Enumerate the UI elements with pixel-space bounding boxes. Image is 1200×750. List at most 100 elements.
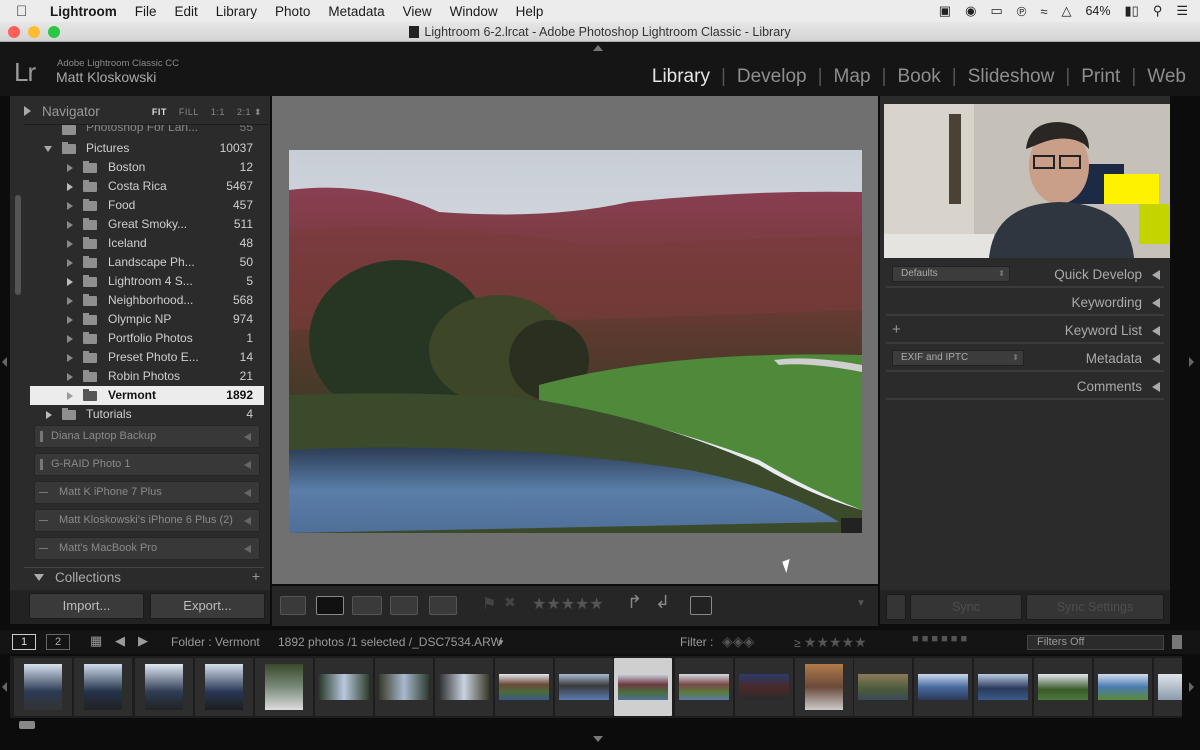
filmstrip-thumbnail[interactable] — [1154, 658, 1182, 716]
add-keyword-button[interactable]: + — [892, 321, 901, 338]
flag-filter-icon[interactable]: ◈◈◈ — [722, 633, 754, 650]
filmstrip-thumbnail[interactable] — [1094, 658, 1152, 716]
navigator-header[interactable]: Navigator FIT FILL 1:1 2:1 ⬍ — [24, 98, 268, 125]
quick-develop-header[interactable]: Defaults Quick Develop — [886, 262, 1164, 288]
expand-icon[interactable] — [46, 411, 52, 419]
expand-icon[interactable] — [67, 221, 73, 229]
bluetooth-icon[interactable]: ℗ — [1017, 4, 1027, 19]
folder-row[interactable]: Photoshop For Lan... 55 — [20, 125, 264, 135]
filmstrip-thumbnail[interactable] — [495, 658, 553, 716]
zoom-1-1[interactable]: 1:1 — [211, 107, 225, 117]
folder-row-olympic[interactable]: Olympic NP 974 — [20, 310, 264, 329]
selection-info[interactable]: 1892 photos /1 selected /_DSC7534.ARW — [278, 635, 502, 649]
expand-icon[interactable] — [1152, 270, 1160, 280]
top-panel-toggle[interactable] — [593, 45, 603, 51]
comments-header[interactable]: Comments — [886, 374, 1164, 400]
expand-icon[interactable] — [67, 259, 73, 267]
expand-icon[interactable] — [67, 316, 73, 324]
filmstrip-thumbnail[interactable] — [435, 658, 493, 716]
crop-overlay-icon[interactable] — [690, 596, 712, 615]
volume-g-raid[interactable]: G-RAID Photo 1 — [34, 453, 260, 476]
module-library[interactable]: Library — [652, 66, 710, 88]
module-book[interactable]: Book — [897, 66, 940, 88]
search-icon[interactable]: ⚲ — [1153, 3, 1163, 19]
folder-row-portfolio[interactable]: Portfolio Photos 1 — [20, 329, 264, 348]
folder-row-pictures[interactable]: Pictures 10037 — [20, 139, 264, 158]
filmstrip-thumbnail[interactable] — [1034, 658, 1092, 716]
toolbar-menu-icon[interactable]: ▼ — [856, 598, 866, 609]
volume-iphone-7[interactable]: Matt K iPhone 7 Plus — [34, 481, 260, 504]
menu-metadata[interactable]: Metadata — [328, 4, 384, 19]
folder-row-great-smoky[interactable]: Great Smoky... 511 — [20, 215, 264, 234]
filmstrip-thumbnail[interactable] — [795, 658, 853, 716]
left-panel-toggle[interactable] — [2, 357, 7, 367]
filmstrip-thumbnail[interactable] — [675, 658, 733, 716]
module-web[interactable]: Web — [1147, 66, 1186, 88]
forward-arrow-icon[interactable]: ▶ — [138, 633, 148, 649]
rotate-right-icon[interactable]: ↲ — [655, 592, 670, 613]
rating-filter[interactable]: ≥ ★★★★★ — [794, 634, 867, 651]
volume-macbook-pro[interactable]: Matt's MacBook Pro — [34, 537, 260, 560]
filmstrip-thumbnail[interactable] — [555, 658, 613, 716]
screen-record-icon[interactable]: ▣ — [939, 3, 951, 19]
right-panel-toggle[interactable] — [1189, 357, 1194, 367]
grid-icon[interactable]: ▦ — [90, 633, 102, 649]
collections-header[interactable]: Collections + — [24, 567, 264, 587]
people-view-icon[interactable] — [429, 596, 457, 615]
source-label[interactable]: Folder : Vermont — [171, 635, 260, 649]
back-arrow-icon[interactable]: ◀ — [115, 633, 125, 649]
menu-app[interactable]: Lightroom — [50, 4, 117, 19]
expand-icon[interactable] — [67, 354, 73, 362]
folder-row-preset[interactable]: Preset Photo E... 14 — [20, 348, 264, 367]
folder-row-neighborhood[interactable]: Neighborhood... 568 — [20, 291, 264, 310]
close-window-button[interactable] — [8, 26, 20, 38]
filmstrip-thumbnail-selected[interactable] — [614, 658, 672, 716]
creative-cloud-icon[interactable]: ◉ — [965, 3, 976, 19]
expand-icon[interactable] — [1152, 326, 1160, 336]
folder-row-robin[interactable]: Robin Photos 21 — [20, 367, 264, 386]
filmstrip-thumbnail[interactable] — [315, 658, 373, 716]
grid-view-icon[interactable] — [280, 596, 306, 615]
main-window-button[interactable]: 1 — [12, 634, 36, 650]
metadata-preset-select[interactable]: EXIF and IPTC — [892, 350, 1024, 366]
filmstrip-thumbnail[interactable] — [854, 658, 912, 716]
volume-iphone-6[interactable]: Matt Kloskowski's iPhone 6 Plus (2) — [34, 509, 260, 532]
menu-view[interactable]: View — [403, 4, 432, 19]
apple-icon[interactable]:  — [16, 3, 38, 20]
collapse-icon[interactable] — [244, 517, 251, 525]
sync-settings-button[interactable]: Sync Settings — [1026, 594, 1164, 620]
collapse-icon[interactable] — [44, 146, 52, 152]
filmstrip-thumbnail[interactable] — [914, 658, 972, 716]
info-dropdown-icon[interactable]: ▼ — [497, 638, 505, 647]
filmstrip-thumbnail[interactable] — [135, 658, 193, 716]
filter-presets-select[interactable]: Filters Off — [1027, 635, 1164, 650]
menu-photo[interactable]: Photo — [275, 4, 310, 19]
keyword-list-header[interactable]: + Keyword List — [886, 318, 1164, 344]
rotate-left-icon[interactable]: ↱ — [627, 592, 642, 613]
loupe-view-icon[interactable] — [316, 596, 344, 615]
expand-icon[interactable] — [67, 278, 73, 286]
menu-file[interactable]: File — [135, 4, 157, 19]
module-slideshow[interactable]: Slideshow — [968, 66, 1055, 88]
filmstrip-thumbnail[interactable] — [974, 658, 1032, 716]
folder-row-tutorials[interactable]: Tutorials 4 — [20, 405, 264, 424]
star-rating[interactable]: ★★★★★ — [532, 594, 604, 614]
folder-row-vermont[interactable]: Vermont 1892 — [30, 386, 264, 405]
filmstrip-thumbnail[interactable] — [735, 658, 793, 716]
collapse-icon[interactable] — [244, 433, 251, 441]
filmstrip-scroll-right[interactable] — [1189, 682, 1194, 692]
menu-library[interactable]: Library — [216, 4, 257, 19]
keywording-header[interactable]: Keywording — [886, 290, 1164, 316]
module-map[interactable]: Map — [834, 66, 871, 88]
folder-row-boston[interactable]: Boston 12 — [20, 158, 264, 177]
expand-icon[interactable] — [1152, 298, 1160, 308]
menu-window[interactable]: Window — [450, 4, 498, 19]
menu-list-icon[interactable]: ☰ — [1176, 3, 1188, 19]
folder-row-iceland[interactable]: Iceland 48 — [20, 234, 264, 253]
filter-lock-icon[interactable] — [1172, 635, 1182, 649]
airplay-icon[interactable]: △ — [1061, 3, 1071, 19]
zoom-2-1[interactable]: 2:1 — [237, 107, 251, 117]
zoom-fit[interactable]: FIT — [152, 107, 167, 117]
bottom-panel-toggle[interactable] — [593, 736, 603, 742]
folder-row-food[interactable]: Food 457 — [20, 196, 264, 215]
